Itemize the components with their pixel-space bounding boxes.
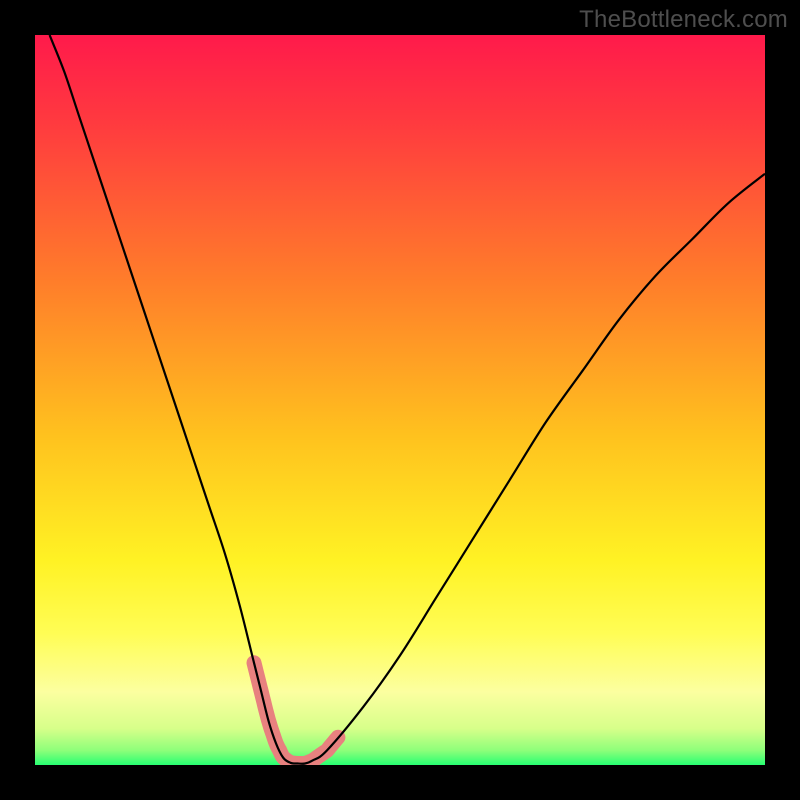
bottleneck-curve (50, 35, 765, 764)
curve-layer (35, 35, 765, 765)
plot-area (35, 35, 765, 765)
chart-frame: TheBottleneck.com (0, 0, 800, 800)
watermark-text: TheBottleneck.com (579, 6, 788, 34)
